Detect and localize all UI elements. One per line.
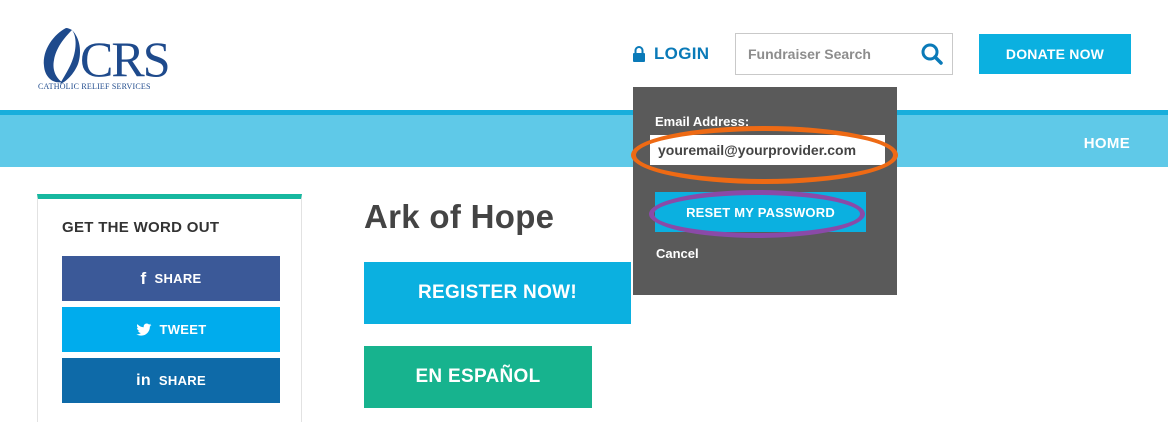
- facebook-share-label: SHARE: [154, 271, 202, 286]
- email-address-label: Email Address:: [655, 114, 750, 129]
- twitter-icon: [135, 323, 151, 336]
- linkedin-share-button[interactable]: in SHARE: [62, 358, 280, 403]
- fundraiser-search: [735, 33, 953, 75]
- reset-password-button[interactable]: RESET MY PASSWORD: [655, 192, 866, 232]
- email-field[interactable]: [650, 135, 885, 165]
- search-input[interactable]: [736, 35, 896, 73]
- linkedin-icon: in: [136, 371, 151, 389]
- search-icon[interactable]: [920, 42, 944, 66]
- share-sidebar: GET THE WORD OUT f SHARE TWEET in SHARE: [37, 194, 302, 422]
- main-nav: HOME: [0, 110, 1168, 167]
- facebook-icon: f: [140, 268, 147, 288]
- login-link[interactable]: LOGIN: [632, 44, 709, 64]
- register-now-button[interactable]: REGISTER NOW!: [364, 262, 631, 324]
- donate-now-button[interactable]: DONATE NOW: [979, 34, 1131, 74]
- linkedin-share-label: SHARE: [158, 373, 206, 388]
- login-label: LOGIN: [654, 44, 710, 63]
- nav-item-home[interactable]: HOME: [1084, 135, 1130, 152]
- crs-logo[interactable]: CRS CATHOLIC RELIEF SERVICES: [36, 24, 196, 94]
- page-title: Ark of Hope: [364, 198, 555, 235]
- lock-icon: [633, 46, 645, 62]
- facebook-share-button[interactable]: f SHARE: [62, 256, 280, 301]
- twitter-tweet-button[interactable]: TWEET: [62, 307, 280, 352]
- logo-subtitle: CATHOLIC RELIEF SERVICES: [38, 82, 151, 91]
- twitter-tweet-label: TWEET: [159, 322, 207, 337]
- logo-text: CRS: [80, 31, 171, 87]
- login-dropdown: Email Address: RESET MY PASSWORD Cancel: [633, 87, 897, 295]
- cancel-link[interactable]: Cancel: [656, 246, 699, 261]
- crs-flame-logo-icon: [43, 28, 80, 84]
- sidebar-title: GET THE WORD OUT: [62, 219, 220, 236]
- en-espanol-button[interactable]: EN ESPAÑOL: [364, 346, 592, 408]
